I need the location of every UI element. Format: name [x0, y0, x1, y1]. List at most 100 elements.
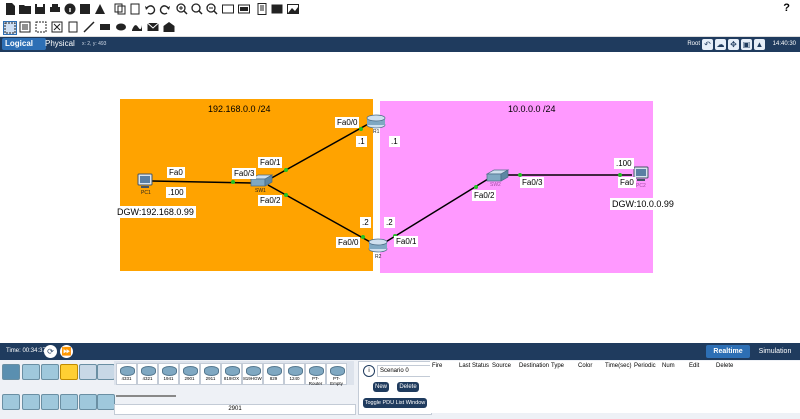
- router-icon: [330, 366, 345, 376]
- device-tile[interactable]: PT-Empty: [326, 363, 347, 386]
- move-object-icon[interactable]: ✥: [728, 39, 739, 50]
- device-tile[interactable]: 2901: [179, 363, 200, 385]
- cursor-coordinates: x: 2, y: 493: [82, 41, 107, 47]
- delete-scenario-button[interactable]: Delete: [397, 382, 419, 392]
- column-header: Destination: [519, 363, 550, 369]
- router-icon: [246, 366, 261, 376]
- scrollbar-thumb[interactable]: [116, 395, 176, 397]
- components-category-icon[interactable]: [41, 364, 59, 380]
- toggle-pdu-list-button[interactable]: Toggle PDU List Window: [363, 398, 427, 408]
- device-tile[interactable]: 819HGW: [242, 363, 263, 385]
- back-icon[interactable]: ↶: [702, 39, 713, 50]
- device-tile[interactable]: 4321: [137, 363, 158, 385]
- zoom-in-icon[interactable]: [176, 3, 188, 15]
- inspect-icon[interactable]: [19, 21, 31, 33]
- device-model-label: 819HGW: [243, 376, 262, 381]
- device-tile[interactable]: 829: [263, 363, 284, 385]
- open-folder-icon[interactable]: [19, 3, 31, 15]
- zoom-reset-icon[interactable]: [191, 3, 203, 15]
- device-model-label: 1240: [289, 376, 300, 381]
- router-icon: [141, 366, 156, 376]
- custom-device-icon[interactable]: [238, 3, 250, 15]
- r2-left-ip-label: .2: [360, 217, 371, 228]
- column-header: Last Status: [459, 363, 490, 369]
- r2-left-port-label: Fa0/0: [336, 237, 361, 248]
- image-icon[interactable]: [287, 3, 299, 15]
- info-icon[interactable]: [64, 3, 76, 15]
- draw-rectangle-icon[interactable]: [99, 21, 111, 33]
- column-header: Source: [492, 363, 512, 369]
- info-icon[interactable]: i: [363, 365, 375, 377]
- draw-line-icon[interactable]: [83, 21, 95, 33]
- router-icon: [267, 366, 282, 376]
- security-subcategory-icon[interactable]: [79, 394, 97, 410]
- network-devices-category-icon[interactable]: [2, 364, 20, 380]
- device-tile[interactable]: PT-Router: [305, 363, 326, 386]
- background-icon[interactable]: ▲: [754, 39, 765, 50]
- device-tile[interactable]: 2911: [200, 363, 221, 385]
- wireless-subcategory-icon[interactable]: [60, 394, 78, 410]
- realtime-mode-button[interactable]: Realtime: [706, 345, 750, 358]
- place-note-icon[interactable]: [67, 21, 79, 33]
- viewport-icon[interactable]: ▣: [741, 39, 752, 50]
- switches-subcategory-icon[interactable]: [22, 394, 40, 410]
- terminal-icon[interactable]: [271, 3, 283, 15]
- power-cycle-icon[interactable]: ⟳: [44, 345, 57, 358]
- select-icon[interactable]: [3, 21, 17, 35]
- redo-icon[interactable]: [159, 3, 171, 15]
- device-tile[interactable]: 1240: [284, 363, 305, 385]
- device-tile[interactable]: 1941: [158, 363, 179, 385]
- connections-category-icon[interactable]: [60, 364, 78, 380]
- save-icon[interactable]: [34, 3, 46, 15]
- logical-workspace[interactable]: 192.168.0.0 /24 10.0.0.0 /24 PC1 Fa0 .10…: [0, 53, 800, 340]
- cluster-icon[interactable]: ☁: [715, 39, 726, 50]
- zoom-out-icon[interactable]: [206, 3, 218, 15]
- help-button[interactable]: ?: [783, 2, 790, 14]
- clock: 14:40:30: [772, 41, 796, 47]
- routers-subcategory-icon[interactable]: [2, 394, 20, 410]
- simulation-mode-button[interactable]: Simulation: [752, 345, 798, 358]
- notes-icon[interactable]: [256, 3, 268, 15]
- column-header: Delete: [716, 363, 734, 369]
- tab-physical[interactable]: Physical: [42, 38, 86, 50]
- add-simple-pdu-icon[interactable]: [147, 21, 159, 33]
- pc2-name: PC2: [636, 183, 646, 189]
- device-tile[interactable]: 819IOX: [221, 363, 242, 385]
- workspace-mode-bar: Logical Physical x: 2, y: 493 Root ↶ ☁ ✥…: [0, 37, 800, 52]
- activity-wizard-icon[interactable]: [94, 3, 106, 15]
- r1-right-ip-label: .1: [389, 136, 400, 147]
- add-complex-pdu-icon[interactable]: [163, 21, 175, 33]
- freeform-icon[interactable]: [131, 21, 143, 33]
- port-light: [359, 127, 363, 131]
- draw-ellipse-icon[interactable]: [115, 21, 127, 33]
- drawing-palette-icon[interactable]: [222, 3, 234, 15]
- device-model-label: 1941: [163, 376, 174, 381]
- device-tile[interactable]: 4331: [116, 363, 137, 385]
- print-icon[interactable]: [49, 3, 61, 15]
- device-list-scrollbar[interactable]: [114, 395, 354, 399]
- router-model-list: 4331 4321 1941 2901 2911 819IOX 819HGW 8…: [114, 361, 354, 386]
- copy-icon[interactable]: [114, 3, 126, 15]
- resize-icon[interactable]: [35, 21, 47, 33]
- undo-icon[interactable]: [144, 3, 156, 15]
- sw2-port-fa02-label: Fa0/2: [472, 190, 497, 201]
- scenario-select[interactable]: Scenario 0: [377, 365, 431, 377]
- fast-forward-icon[interactable]: ⏩: [60, 345, 73, 358]
- hubs-subcategory-icon[interactable]: [41, 394, 59, 410]
- misc-category-icon[interactable]: [79, 364, 97, 380]
- device-model-label: PT-Empty: [330, 376, 343, 386]
- delete-icon[interactable]: [51, 21, 63, 33]
- pdu-list-table: Fire Last Status Source Destination Type…: [430, 361, 800, 413]
- end-devices-category-icon[interactable]: [22, 364, 40, 380]
- column-header: Fire: [432, 363, 443, 369]
- port-light: [231, 180, 235, 184]
- sw2-name: SW2: [490, 182, 501, 188]
- paste-icon[interactable]: [129, 3, 141, 15]
- network-icon[interactable]: [79, 3, 91, 15]
- new-scenario-button[interactable]: New: [373, 382, 389, 392]
- device-model-label: 829: [269, 376, 278, 381]
- multiuser-category-icon[interactable]: [97, 364, 115, 380]
- tab-logical[interactable]: Logical: [2, 38, 46, 50]
- wan-emulation-subcategory-icon[interactable]: [97, 394, 115, 410]
- new-file-icon[interactable]: [4, 3, 16, 15]
